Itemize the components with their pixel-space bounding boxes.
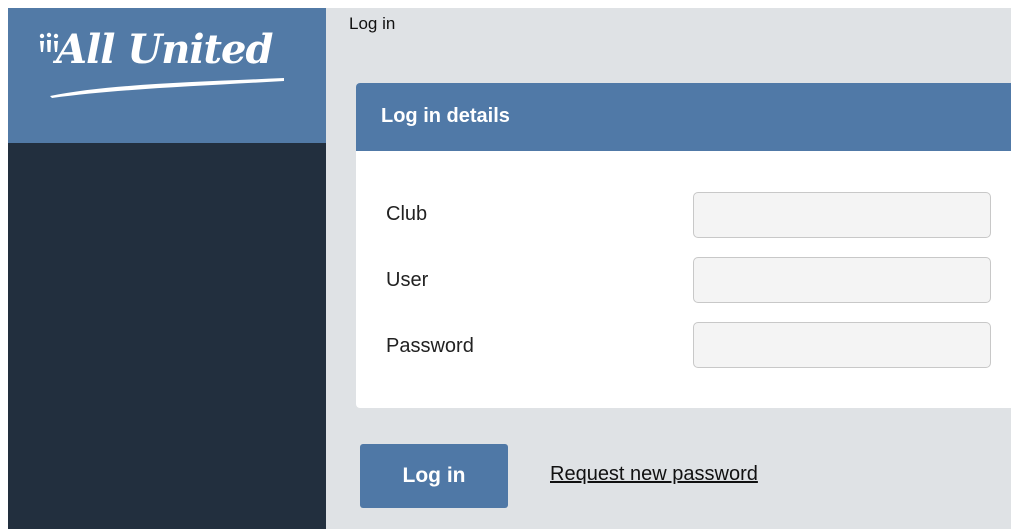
app-frame: All United Log in Log in details Club Us… xyxy=(8,8,1011,529)
panel-title: Log in details xyxy=(381,105,510,127)
login-details-panel: Log in details Club User Password xyxy=(356,83,1011,408)
login-button[interactable]: Log in xyxy=(360,444,508,508)
panel-header: Log in details xyxy=(356,83,1011,151)
user-input[interactable] xyxy=(693,257,991,303)
club-label: Club xyxy=(386,203,428,225)
sidebar: All United xyxy=(8,8,326,529)
user-label: User xyxy=(386,269,429,291)
page-title: Log in xyxy=(349,14,396,33)
logo-area: All United xyxy=(8,8,326,143)
password-label: Password xyxy=(386,335,474,357)
logo-swoosh-icon xyxy=(50,78,284,98)
password-input[interactable] xyxy=(693,322,991,368)
request-new-password-link[interactable]: Request new password xyxy=(550,463,758,486)
brand-logo[interactable]: All United xyxy=(56,26,273,73)
club-input[interactable] xyxy=(693,192,991,238)
main-content: Log in Log in details Club User Password… xyxy=(326,8,1011,529)
